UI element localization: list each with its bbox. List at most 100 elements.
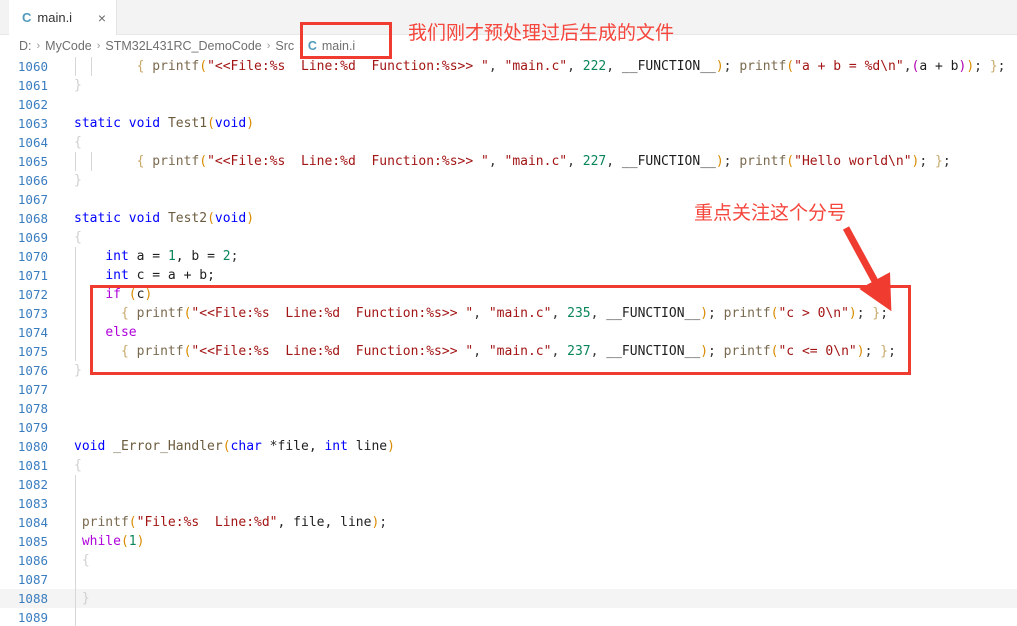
code-line[interactable]: 1088 }	[0, 589, 1017, 608]
code-line[interactable]: 1063 static void Test1(void)	[0, 114, 1017, 133]
indent-guide	[75, 589, 76, 608]
code-text: if (c)	[48, 285, 152, 304]
breadcrumb-item-0[interactable]: D:	[19, 39, 32, 53]
code-line[interactable]: 1064 {	[0, 133, 1017, 152]
code-line[interactable]: 1074 else	[0, 323, 1017, 342]
code-token: {	[74, 458, 82, 473]
line-number: 1084	[17, 515, 48, 530]
line-number: 1079	[17, 420, 48, 435]
code-line[interactable]: 1068 static void Test2(void)	[0, 209, 1017, 228]
code-line[interactable]: 1080 void _Error_Handler(char *file, int …	[0, 437, 1017, 456]
code-line[interactable]: 1060 { printf("<<File:%s Line:%d Functio…	[0, 57, 1017, 76]
line-number: 1080	[17, 439, 48, 454]
line-number: 1069	[17, 230, 48, 245]
code-token: ,	[567, 59, 583, 74]
code-line[interactable]: 1085 while(1)	[0, 532, 1017, 551]
code-token: )	[144, 287, 153, 302]
line-number: 1061	[17, 78, 48, 93]
code-line[interactable]: 1065 { printf("<<File:%s Line:%d Functio…	[0, 152, 1017, 171]
code-token: static	[74, 116, 121, 131]
code-token: ;	[888, 344, 896, 359]
code-line[interactable]: 1062	[0, 95, 1017, 114]
code-token: printf	[81, 515, 129, 530]
code-editor[interactable]: 1060 { printf("<<File:%s Line:%d Functio…	[0, 57, 1017, 626]
code-token: )	[966, 59, 975, 74]
indent-guide	[75, 475, 76, 494]
code-line[interactable]: 1061}	[0, 76, 1017, 95]
code-token: , file, line	[277, 515, 372, 530]
code-line[interactable]: 1089	[0, 608, 1017, 626]
code-line[interactable]: 1072 if (c)	[0, 285, 1017, 304]
code-line[interactable]: 1077	[0, 380, 1017, 399]
code-token: 235	[567, 306, 591, 321]
code-token: int	[105, 249, 129, 264]
code-line[interactable]: 1073 { printf("<<File:%s Line:%d Functio…	[0, 304, 1017, 323]
code-line[interactable]: 1071 int c = a + b;	[0, 266, 1017, 285]
code-line[interactable]: 1075 { printf("<<File:%s Line:%d Functio…	[0, 342, 1017, 361]
code-text: static void Test2(void)	[48, 209, 254, 228]
code-token: void	[128, 211, 161, 226]
code-token: ;	[880, 306, 889, 321]
breadcrumb-item-file[interactable]: C main.i	[308, 39, 355, 53]
code-token: printf	[152, 154, 200, 169]
code-token: (	[207, 116, 215, 131]
code-token: (	[199, 154, 208, 169]
breadcrumb-item-3[interactable]: Src	[275, 39, 294, 53]
line-number: 1075	[17, 344, 48, 359]
code-token: }	[880, 344, 889, 359]
line-number: 1083	[17, 496, 48, 511]
code-text: {	[48, 133, 82, 152]
code-token: printf	[136, 344, 184, 359]
code-line[interactable]: 1083	[0, 494, 1017, 513]
indent-guide	[75, 285, 76, 304]
indent-guide	[75, 551, 76, 570]
code-token: ;	[864, 344, 881, 359]
code-line[interactable]: 1087	[0, 570, 1017, 589]
code-token: printf	[739, 154, 787, 169]
breadcrumb-file-label: main.i	[321, 39, 356, 53]
code-line[interactable]: 1066}	[0, 171, 1017, 190]
tab-main-i[interactable]: C main.i ×	[9, 0, 117, 35]
code-line[interactable]: 1079	[0, 418, 1017, 437]
code-token: ;	[379, 515, 388, 530]
close-icon[interactable]: ×	[95, 10, 109, 26]
line-number: 1070	[17, 249, 48, 264]
code-line[interactable]: 1076}	[0, 361, 1017, 380]
breadcrumb-item-2[interactable]: STM32L431RC_DemoCode	[105, 39, 261, 53]
line-number: 1066	[17, 173, 48, 188]
code-token: void	[128, 116, 161, 131]
code-token: 222	[582, 59, 607, 74]
line-number: 1074	[17, 325, 48, 340]
code-line[interactable]: 1081 {	[0, 456, 1017, 475]
code-token: ,	[473, 306, 489, 321]
code-token: a =	[128, 249, 168, 264]
indent-guide	[75, 608, 76, 626]
indent-guide	[75, 342, 76, 361]
code-text: else	[48, 323, 136, 342]
line-number: 1089	[17, 610, 48, 625]
code-line[interactable]: 1067	[0, 190, 1017, 209]
code-token: static	[74, 211, 121, 226]
code-line[interactable]: 1070 int a = 1, b = 2;	[0, 247, 1017, 266]
code-token: ,	[551, 306, 568, 321]
code-line[interactable]: 1069 {	[0, 228, 1017, 247]
code-line[interactable]: 1086 {	[0, 551, 1017, 570]
annotation-semicolon-note: 重点关注这个分号	[694, 202, 847, 224]
line-number: 1082	[17, 477, 48, 492]
code-token: {	[136, 59, 153, 74]
code-token: {	[136, 154, 153, 169]
code-token: Test2	[167, 211, 208, 226]
code-token: c = a + b;	[128, 268, 215, 283]
indent-guide	[75, 266, 76, 285]
code-token: (	[120, 534, 129, 549]
code-line[interactable]: 1084 printf("File:%s Line:%d", file, lin…	[0, 513, 1017, 532]
breadcrumb-item-1[interactable]: MyCode	[45, 39, 92, 53]
line-number: 1063	[17, 116, 48, 131]
code-line[interactable]: 1082	[0, 475, 1017, 494]
code-token: ;	[942, 154, 951, 169]
indent-guide	[90, 304, 92, 323]
code-token: )	[246, 116, 255, 131]
code-line[interactable]: 1078	[0, 399, 1017, 418]
